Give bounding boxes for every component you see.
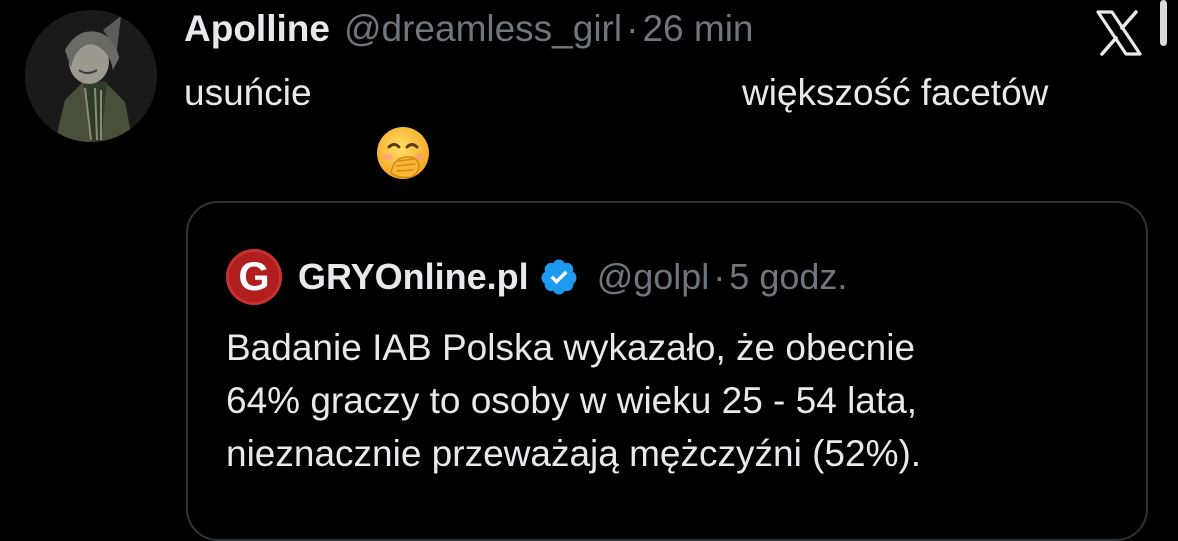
separator-dot: ·: [626, 8, 639, 49]
tweet-text-part2: większość facetów: [742, 72, 1049, 113]
quoted-author-handle[interactable]: @golpl: [597, 256, 710, 298]
avatar[interactable]: [25, 10, 157, 142]
tweet-header: Apolline @dreamless_girl · 26 min: [184, 8, 754, 52]
x-logo-icon: [1094, 8, 1144, 58]
face-with-hand-over-mouth-icon: [375, 125, 431, 181]
quoted-tweet-text: Badanie IAB Polska wykazało, że obecnie …: [226, 321, 921, 480]
author-name[interactable]: Apolline: [184, 8, 330, 50]
quoted-text-line: Badanie IAB Polska wykazało, że obecnie: [226, 327, 916, 368]
quoted-text-line: 64% graczy to osoby w wieku 25 - 54 lata…: [226, 380, 918, 421]
scrollbar[interactable]: [1160, 0, 1167, 46]
quoted-separator-dot: ·: [713, 256, 726, 297]
quoted-avatar[interactable]: G: [226, 249, 282, 305]
quoted-text-line: nieznacznie przeważają mężczyźni (52%).: [226, 433, 922, 474]
quoted-post-time[interactable]: 5 godz.: [729, 256, 847, 298]
quoted-author-name[interactable]: GRYOnline.pl: [298, 256, 529, 298]
author-handle[interactable]: @dreamless_girl: [344, 8, 622, 50]
tweet-text-part1: usuńcie: [184, 72, 312, 113]
post-time[interactable]: 26 min: [642, 8, 753, 50]
verified-badge-icon: [539, 257, 579, 297]
quoted-tweet-card[interactable]: G GRYOnline.pl @golpl · 5 godz. Badanie …: [186, 201, 1148, 541]
quoted-tweet-header: G GRYOnline.pl @golpl · 5 godz.: [226, 249, 847, 305]
